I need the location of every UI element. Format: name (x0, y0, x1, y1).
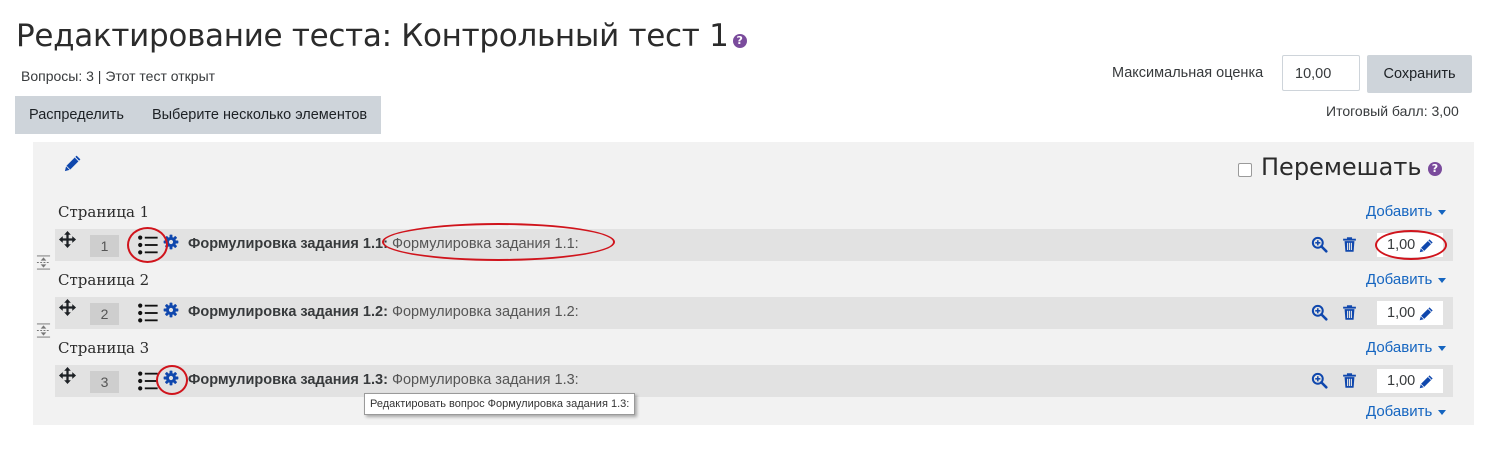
question-preview: Формулировка задания 1.1: (391, 236, 579, 252)
question-text[interactable]: Формулировка задания 1.2: Формулировка з… (188, 304, 579, 320)
shuffle-checkbox[interactable] (1238, 163, 1252, 177)
page-break-icon[interactable] (36, 323, 51, 338)
max-mark-value: 1,00 (1387, 373, 1416, 389)
pencil-icon[interactable] (1419, 306, 1434, 321)
question-text[interactable]: Формулировка задания 1.1: Формулировка з… (188, 236, 579, 252)
question-preview: Формулировка задания 1.2: (391, 304, 579, 320)
toolbar-button-group: Распределить Выберите несколько элементо… (15, 96, 382, 134)
question-name: Формулировка задания 1.2: (188, 304, 388, 320)
add-menu-page-2[interactable]: Добавить (1366, 271, 1447, 288)
page-title-text: Редактирование теста: Контрольный тест 1 (16, 18, 729, 54)
page-break-icon[interactable] (36, 255, 51, 270)
trash-icon[interactable] (1341, 304, 1358, 321)
caret-down-icon (1438, 209, 1447, 215)
question-preview: Формулировка задания 1.3: (391, 372, 579, 388)
max-mark[interactable]: 1,00 (1377, 233, 1443, 257)
add-menu-page-3[interactable]: Добавить (1366, 339, 1447, 356)
tooltip: Редактировать вопрос Формулировка задани… (364, 393, 636, 415)
list-icon (137, 302, 159, 324)
caret-down-icon (1438, 345, 1447, 351)
list-icon (137, 234, 159, 256)
add-label: Добавить (1366, 203, 1433, 220)
pencil-icon[interactable] (1419, 374, 1434, 389)
move-icon[interactable] (58, 366, 77, 385)
zoom-in-icon[interactable] (1311, 236, 1328, 253)
add-label: Добавить (1366, 271, 1433, 288)
page-label-1: Страница 1 (58, 203, 150, 221)
quiz-status: Вопросы: 3 | Этот тест открыт (21, 68, 216, 84)
question-name: Формулировка задания 1.3: (188, 372, 388, 388)
add-label: Добавить (1366, 403, 1433, 420)
gear-icon[interactable] (163, 234, 179, 250)
edit-section-heading-pencil-icon[interactable] (64, 154, 82, 172)
move-icon[interactable] (58, 230, 77, 249)
add-label: Добавить (1366, 339, 1433, 356)
select-multiple-button[interactable]: Выберите несколько элементов (138, 96, 381, 134)
max-mark-value: 1,00 (1387, 237, 1416, 253)
max-mark[interactable]: 1,00 (1377, 369, 1443, 393)
page-label-2: Страница 2 (58, 271, 150, 289)
question-text[interactable]: Формулировка задания 1.3: Формулировка з… (188, 372, 579, 388)
slot-number: 3 (90, 371, 119, 393)
pencil-icon[interactable] (1419, 238, 1434, 253)
trash-icon[interactable] (1341, 236, 1358, 253)
zoom-in-icon[interactable] (1311, 304, 1328, 321)
gear-icon[interactable] (163, 370, 179, 386)
add-menu-section-end[interactable]: Добавить (1366, 403, 1447, 420)
max-mark[interactable]: 1,00 (1377, 301, 1443, 325)
shuffle-help-icon[interactable]: ? (1428, 162, 1442, 176)
gear-icon[interactable] (163, 302, 179, 318)
caret-down-icon (1438, 409, 1447, 415)
save-button[interactable]: Сохранить (1367, 55, 1472, 93)
zoom-in-icon[interactable] (1311, 372, 1328, 389)
question-slot-2: 2 Формулировка задания 1.2: Формулировка… (55, 297, 1453, 329)
help-icon[interactable]: ? (732, 34, 747, 48)
question-name: Формулировка задания 1.1: (188, 236, 388, 252)
question-slot-3: 3 Формулировка задания 1.3: Формулировка… (55, 365, 1453, 397)
page-title: Редактирование теста: Контрольный тест 1… (16, 18, 747, 54)
caret-down-icon (1438, 277, 1447, 283)
page-label-3: Страница 3 (58, 339, 150, 357)
slot-number: 1 (90, 235, 119, 257)
max-grade-label: Максимальная оценка (1112, 65, 1264, 81)
repaginate-button[interactable]: Распределить (15, 96, 138, 134)
list-icon (137, 370, 159, 392)
move-icon[interactable] (58, 298, 77, 317)
slot-number: 2 (90, 303, 119, 325)
add-menu-page-1[interactable]: Добавить (1366, 203, 1447, 220)
shuffle-label: Перемешать (1261, 153, 1422, 181)
trash-icon[interactable] (1341, 372, 1358, 389)
total-marks: Итоговый балл: 3,00 (1326, 103, 1459, 119)
question-slot-1: 1 Формулировка задания 1.1: Формулировка… (55, 229, 1453, 261)
max-mark-value: 1,00 (1387, 305, 1416, 321)
max-grade-input[interactable]: 10,00 (1282, 55, 1360, 91)
